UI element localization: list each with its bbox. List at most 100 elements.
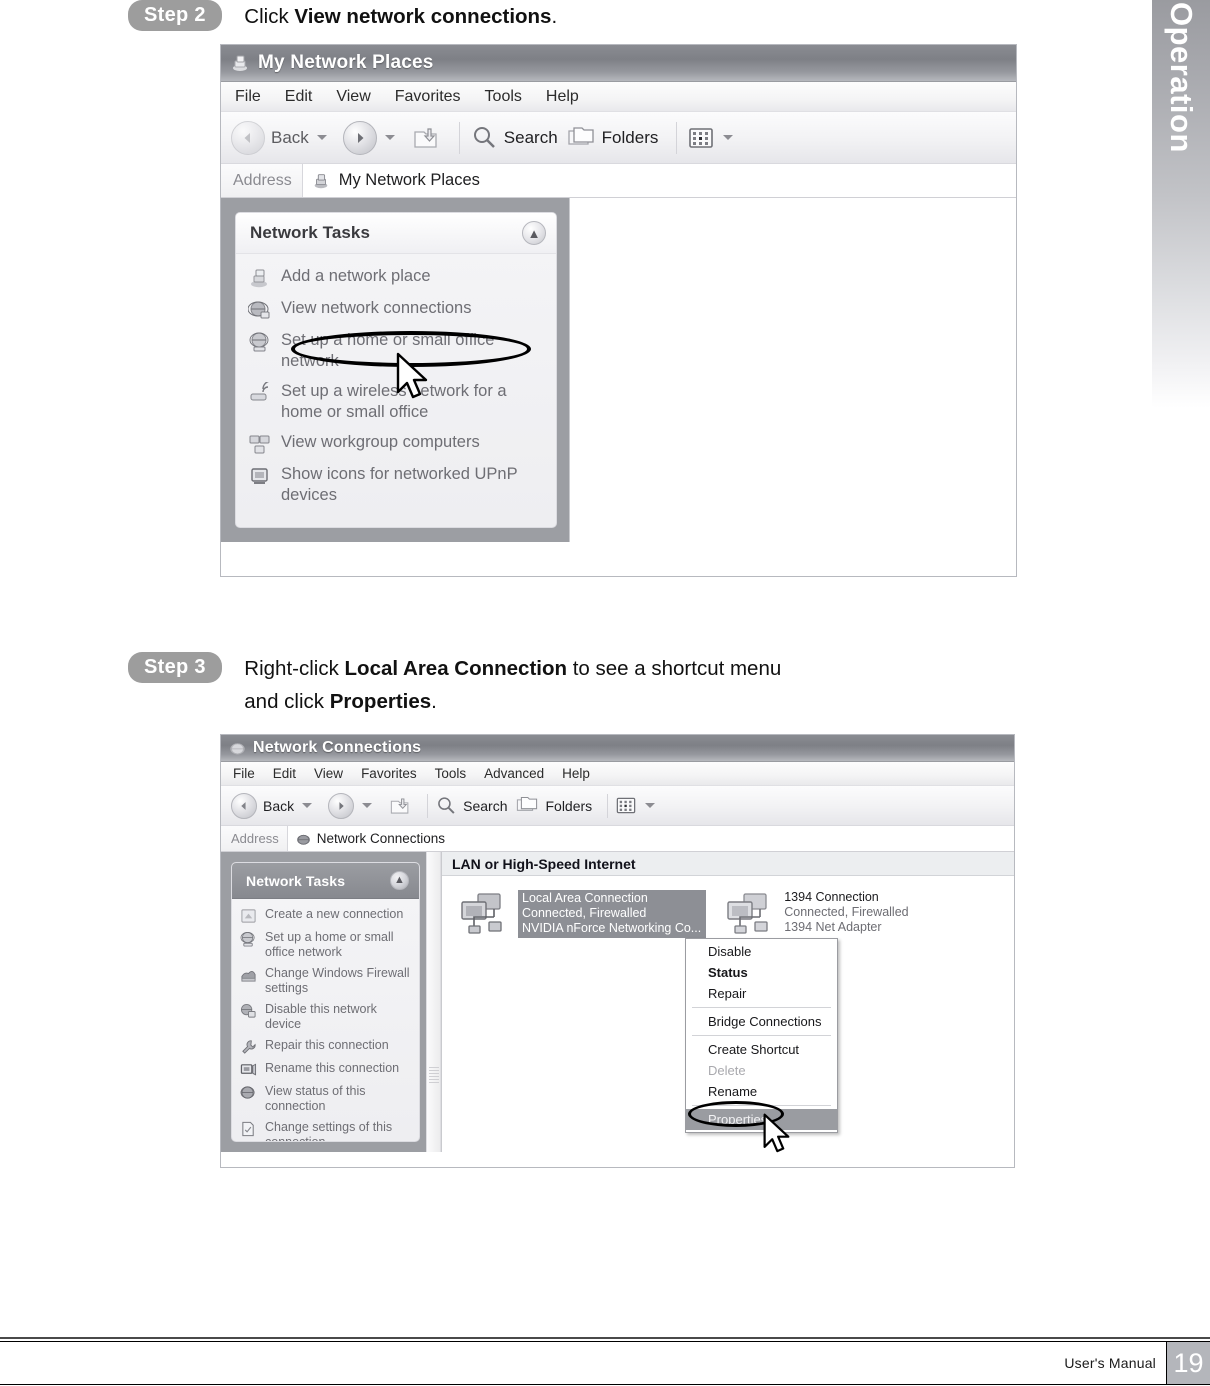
context-menu-item-rename[interactable]: Rename xyxy=(686,1081,837,1102)
task-add-a-network-place[interactable]: Add a network place xyxy=(248,266,546,289)
task-show-icons-for-networked-upnp-devices[interactable]: Show icons for networked UPnP devices xyxy=(248,464,546,506)
task-set-up-wireless-network[interactable]: Set up a wireless network for a home or … xyxy=(248,381,546,423)
network-tasks-title: Network Tasks xyxy=(246,872,346,889)
task-rename-this-connection[interactable]: Rename this connection xyxy=(240,1061,413,1078)
scrollbar-grip[interactable] xyxy=(429,1067,439,1083)
context-menu-item-status[interactable]: Status xyxy=(686,962,837,983)
chevron-up-icon[interactable]: ▲ xyxy=(390,871,409,890)
back-button[interactable]: Back xyxy=(231,792,320,819)
window2-toolbar[interactable]: Back Search Folders xyxy=(221,786,1014,826)
task-pane-scrollbar[interactable] xyxy=(426,852,441,1152)
chevron-up-icon[interactable]: ▲ xyxy=(522,221,546,245)
connection-status: Connected, Firewalled xyxy=(784,905,909,919)
create-connection-icon xyxy=(240,907,259,924)
view-status-icon xyxy=(240,1084,259,1101)
connection-local-area-connection[interactable]: Local Area Connection Connected, Firewal… xyxy=(458,890,707,938)
my-network-places-window[interactable]: My Network Places File Edit View Favorit… xyxy=(220,44,1017,577)
back-dropdown-icon[interactable] xyxy=(302,803,313,808)
task-label: Disable this network device xyxy=(265,1002,377,1031)
window1-addressbar[interactable]: Address My Network Places xyxy=(221,164,1016,198)
menu-tools[interactable]: Tools xyxy=(435,766,467,781)
task-set-up-home-or-small-office-network[interactable]: Set up a home or small office network xyxy=(248,330,546,372)
window1-menubar[interactable]: File Edit View Favorites Tools Help xyxy=(221,82,1016,112)
home-network-icon xyxy=(240,930,259,947)
task-change-settings-of-this-connection[interactable]: Change settings of this connection xyxy=(240,1120,413,1142)
network-tasks-title: Network Tasks xyxy=(250,223,371,242)
forward-dropdown-icon[interactable] xyxy=(362,803,373,808)
wireless-network-icon xyxy=(248,381,274,404)
search-button[interactable]: Search xyxy=(470,124,558,152)
task-view-workgroup-computers[interactable]: View workgroup computers xyxy=(248,432,546,455)
connection-1394-connection[interactable]: 1394 Connection Connected, Firewalled 13… xyxy=(724,890,909,938)
task-set-up-a-home-or-small-office-network[interactable]: Set up a home or small office network xyxy=(240,930,413,960)
views-button[interactable] xyxy=(687,126,741,150)
task-label: View workgroup computers xyxy=(281,433,480,451)
task-label: Change Windows Firewall settings xyxy=(265,966,410,995)
context-menu-separator-3 xyxy=(692,1105,831,1106)
menu-edit[interactable]: Edit xyxy=(273,766,296,781)
step-3-block: Step 3 Right-click Local Area Connection… xyxy=(128,652,781,718)
search-button[interactable]: Search xyxy=(435,795,507,817)
forward-dropdown-icon[interactable] xyxy=(384,135,395,140)
menu-help[interactable]: Help xyxy=(562,766,590,781)
context-menu-item-delete: Delete xyxy=(708,1063,746,1078)
step-3-badge: Step 3 xyxy=(128,652,222,683)
menu-file[interactable]: File xyxy=(235,88,261,106)
context-menu-item-create-shortcut[interactable]: Create Shortcut xyxy=(686,1039,837,1060)
context-menu-item-disable[interactable]: Disable xyxy=(686,941,837,962)
address-network-places-icon xyxy=(311,172,331,190)
menu-favorites[interactable]: Favorites xyxy=(361,766,417,781)
network-connections-window[interactable]: Network Connections File Edit View Favor… xyxy=(220,734,1015,1168)
upnp-devices-icon xyxy=(248,464,274,487)
address-label: Address xyxy=(231,831,279,846)
menu-view[interactable]: View xyxy=(314,766,343,781)
task-label: View network connections xyxy=(281,299,472,317)
menu-edit[interactable]: Edit xyxy=(285,88,313,106)
back-dropdown-icon[interactable] xyxy=(316,135,327,140)
menu-favorites[interactable]: Favorites xyxy=(395,88,461,106)
step-2-badge: Step 2 xyxy=(128,0,222,31)
network-tasks-header[interactable]: Network Tasks ▲ xyxy=(236,213,556,254)
connection-context-menu[interactable]: Disable Status Repair Bridge Connections… xyxy=(685,938,838,1133)
context-menu-separator-1 xyxy=(692,1007,831,1008)
task-create-a-new-connection[interactable]: Create a new connection xyxy=(240,907,413,924)
context-menu-item-bridge-connections[interactable]: Bridge Connections xyxy=(686,1011,837,1032)
window1-titlebar[interactable]: My Network Places xyxy=(221,45,1016,82)
up-button[interactable] xyxy=(388,795,412,817)
menu-help[interactable]: Help xyxy=(546,88,579,106)
address-label: Address xyxy=(233,171,292,189)
step-3-line-1: Right-click Local Area Connection to see… xyxy=(244,657,781,680)
window2-addressbar[interactable]: Address Network Connections xyxy=(221,826,1014,852)
forward-button[interactable] xyxy=(342,120,403,155)
views-dropdown-icon[interactable] xyxy=(645,803,656,808)
folders-button[interactable]: Folders xyxy=(566,125,658,151)
window1-toolbar[interactable]: Back Search Folders xyxy=(221,112,1016,164)
task-change-windows-firewall-settings[interactable]: Change Windows Firewall settings xyxy=(240,966,413,996)
menu-view[interactable]: View xyxy=(336,88,370,106)
context-menu-item-properties[interactable]: Properties xyxy=(686,1109,837,1130)
views-button[interactable] xyxy=(615,796,663,815)
window2-menubar[interactable]: File Edit View Favorites Tools Advanced … xyxy=(221,762,1014,786)
menu-advanced[interactable]: Advanced xyxy=(484,766,544,781)
window2-titlebar[interactable]: Network Connections xyxy=(221,735,1014,762)
up-folder-icon xyxy=(411,124,441,152)
address-input[interactable]: My Network Places xyxy=(301,164,1016,197)
step-2-instruction: Click View network connections. xyxy=(226,0,557,33)
back-button[interactable]: Back xyxy=(231,120,335,155)
folders-button[interactable]: Folders xyxy=(515,795,592,816)
forward-button[interactable] xyxy=(328,792,380,819)
task-view-status-of-this-connection[interactable]: View status of this connection xyxy=(240,1084,413,1114)
context-menu-item-repair[interactable]: Repair xyxy=(686,983,837,1004)
task-disable-this-network-device[interactable]: Disable this network device xyxy=(240,1002,413,1032)
network-tasks-header[interactable]: Network Tasks ▲ xyxy=(232,863,419,899)
repair-wrench-icon xyxy=(240,1038,259,1055)
views-dropdown-icon[interactable] xyxy=(723,135,734,140)
address-input[interactable]: Network Connections xyxy=(286,826,1014,851)
task-view-network-connections[interactable]: View network connections xyxy=(248,298,546,321)
menu-tools[interactable]: Tools xyxy=(485,88,522,106)
views-grid-icon xyxy=(687,126,715,150)
task-repair-this-connection[interactable]: Repair this connection xyxy=(240,1038,413,1055)
task-label: Change settings of this connection xyxy=(265,1120,393,1142)
up-button[interactable] xyxy=(411,124,441,152)
menu-file[interactable]: File xyxy=(233,766,255,781)
